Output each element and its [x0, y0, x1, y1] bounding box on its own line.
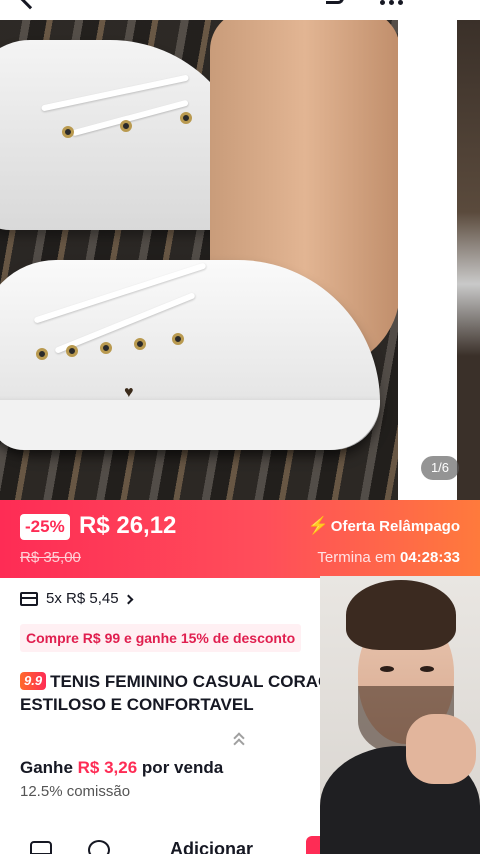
- commission-rate: 12.5% comissão: [20, 783, 131, 800]
- installments-row[interactable]: 5x R$ 5,45: [20, 588, 133, 610]
- flash-sale-bar: -25% R$ 26,12 R$ 35,00 ⚡ Oferta Relâmpago…: [0, 500, 480, 578]
- discount-badge: -25%: [20, 514, 70, 540]
- countdown-prefix: Termina em: [317, 549, 396, 566]
- earnings-amount: R$ 3,26: [77, 758, 138, 777]
- shoe-eyelet: [134, 338, 146, 350]
- next-product-photo[interactable]: [457, 20, 480, 500]
- shoe-eyelet: [36, 348, 48, 360]
- creator-eye: [380, 666, 394, 672]
- product-photo[interactable]: ♥: [0, 20, 398, 500]
- chat-icon[interactable]: [88, 840, 110, 854]
- shoe-eyelet: [180, 112, 192, 124]
- chevron-right-icon: [123, 594, 133, 604]
- original-price: R$ 35,00: [20, 549, 81, 566]
- creator-video-overlay[interactable]: [320, 576, 480, 854]
- promo-banner[interactable]: Compre R$ 99 e ganhe 15% de desconto: [20, 624, 302, 652]
- shoe-eyelet: [100, 342, 112, 354]
- earnings-suffix: por venda: [141, 758, 224, 777]
- more-options-icon[interactable]: [380, 0, 404, 6]
- shoe-sole: [0, 400, 380, 450]
- earnings-prefix: Ganhe: [20, 758, 73, 777]
- countdown-timer: Termina em 04:28:33: [317, 548, 460, 568]
- shoe-eyelet: [66, 345, 78, 357]
- countdown-value: 04:28:33: [399, 549, 460, 566]
- shoe-eyelet: [120, 120, 132, 132]
- shoe-eyelet: [62, 126, 74, 138]
- heart-logo-icon: ♥: [124, 384, 134, 401]
- creator-hand: [406, 714, 476, 784]
- product-image-gallery[interactable]: ♥ 1/6: [0, 20, 480, 500]
- back-arrow-icon[interactable]: [18, 0, 42, 10]
- price-badge-99: 9.9: [20, 672, 47, 690]
- earnings-row: Ganhe R$ 3,26 por venda: [20, 757, 223, 779]
- creator-hair: [346, 580, 456, 650]
- credit-card-icon: [20, 592, 38, 606]
- shoe-eyelet: [172, 333, 184, 345]
- shop-icon[interactable]: [30, 841, 52, 854]
- expand-chevrons-icon[interactable]: [233, 732, 245, 750]
- lightning-bolt-icon: ⚡: [307, 516, 329, 535]
- installments-text: 5x R$ 5,45: [46, 590, 119, 607]
- flash-sale-label: ⚡ Oferta Relâmpago: [308, 516, 460, 537]
- sale-price: R$ 26,12: [79, 512, 177, 539]
- image-pager: 1/6: [421, 456, 459, 480]
- top-bar: [0, 0, 480, 20]
- add-to-cart-button[interactable]: Adicionar: [170, 839, 253, 854]
- flash-sale-text: Oferta Relâmpago: [330, 518, 460, 535]
- creator-eye: [420, 666, 434, 672]
- share-icon[interactable]: [326, 0, 344, 4]
